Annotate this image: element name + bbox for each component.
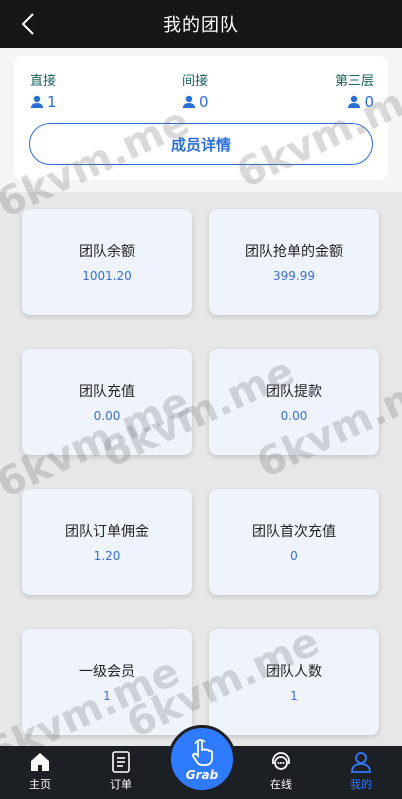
team-summary-grid: 团队余额 1001.20 团队抢单的金额 399.99 团队充值 0.00 团队…: [0, 192, 402, 746]
tab-online[interactable]: 在线: [251, 750, 311, 798]
home-icon: [31, 753, 49, 771]
tab-label: 订单: [110, 778, 132, 791]
tab-label: 在线: [270, 778, 292, 791]
tile-label: 团队抢单的金额: [245, 244, 343, 260]
team-stats-card: 直接 1 间接 0 第三层 0 成员详情: [14, 56, 388, 180]
tile-team-recharge[interactable]: 团队充值 0.00: [22, 349, 192, 455]
tile-value: 1: [103, 689, 111, 703]
chevron-left-icon: [21, 13, 34, 35]
tile-value: 0: [290, 549, 298, 563]
tile-level-one-members[interactable]: 一级会员 1: [22, 629, 192, 735]
stat-value: 0: [199, 93, 209, 111]
tile-team-size[interactable]: 团队人数 1: [209, 629, 379, 735]
tap-hand-icon: [192, 738, 213, 766]
top-bar: 我的团队: [0, 0, 402, 48]
tile-label: 团队提款: [266, 384, 322, 400]
tile-team-withdrawal[interactable]: 团队提款 0.00: [209, 349, 379, 455]
stat-value-row: 0: [335, 93, 374, 111]
stat-direct: 直接 1: [30, 70, 57, 111]
tile-label: 团队订单佣金: [65, 524, 149, 540]
tile-value: 0.00: [93, 409, 121, 423]
tile-label: 团队人数: [266, 664, 322, 680]
user-icon: [183, 95, 195, 108]
tile-value: 1001.20: [82, 269, 132, 283]
tab-mine[interactable]: 我的: [331, 750, 391, 798]
user-icon: [31, 95, 43, 108]
stat-value: 0: [364, 93, 374, 111]
back-button[interactable]: [14, 10, 42, 38]
stat-third-level: 第三层 0: [335, 70, 374, 111]
tile-value: 0.00: [280, 409, 308, 423]
tab-home[interactable]: 主页: [10, 750, 70, 798]
tile-label: 团队首次充值: [252, 524, 336, 540]
grab-button[interactable]: Grab: [168, 725, 236, 793]
tile-value: 1.20: [93, 549, 121, 563]
tab-orders[interactable]: 订单: [91, 750, 151, 798]
stat-indirect: 间接 0: [182, 70, 209, 111]
tile-team-balance[interactable]: 团队余额 1001.20: [22, 209, 192, 315]
tile-team-grab-amount[interactable]: 团队抢单的金额 399.99: [209, 209, 379, 315]
tab-label: 我的: [350, 778, 372, 791]
tile-label: 团队充值: [79, 384, 135, 400]
tile-value: 399.99: [273, 269, 315, 283]
tile-label: 团队余额: [79, 244, 135, 260]
stat-label: 间接: [182, 74, 209, 89]
page-title: 我的团队: [163, 15, 239, 36]
user-icon: [348, 95, 361, 108]
tile-label: 一级会员: [79, 664, 135, 680]
tile-value: 1: [290, 689, 298, 703]
stat-value-row: 0: [182, 93, 209, 111]
member-details-button[interactable]: 成员详情: [29, 123, 373, 165]
document-icon: [112, 751, 130, 773]
stat-label: 直接: [30, 74, 57, 89]
headset-icon: [272, 752, 290, 770]
stat-value: 1: [47, 93, 57, 111]
grab-label: Grab: [185, 767, 219, 782]
person-icon: [351, 752, 371, 773]
stat-value-row: 1: [30, 93, 57, 111]
tile-team-order-commission[interactable]: 团队订单佣金 1.20: [22, 489, 192, 595]
tab-label: 主页: [29, 778, 51, 791]
stat-label: 第三层: [334, 74, 374, 89]
tile-team-first-recharge[interactable]: 团队首次充值 0: [209, 489, 379, 595]
